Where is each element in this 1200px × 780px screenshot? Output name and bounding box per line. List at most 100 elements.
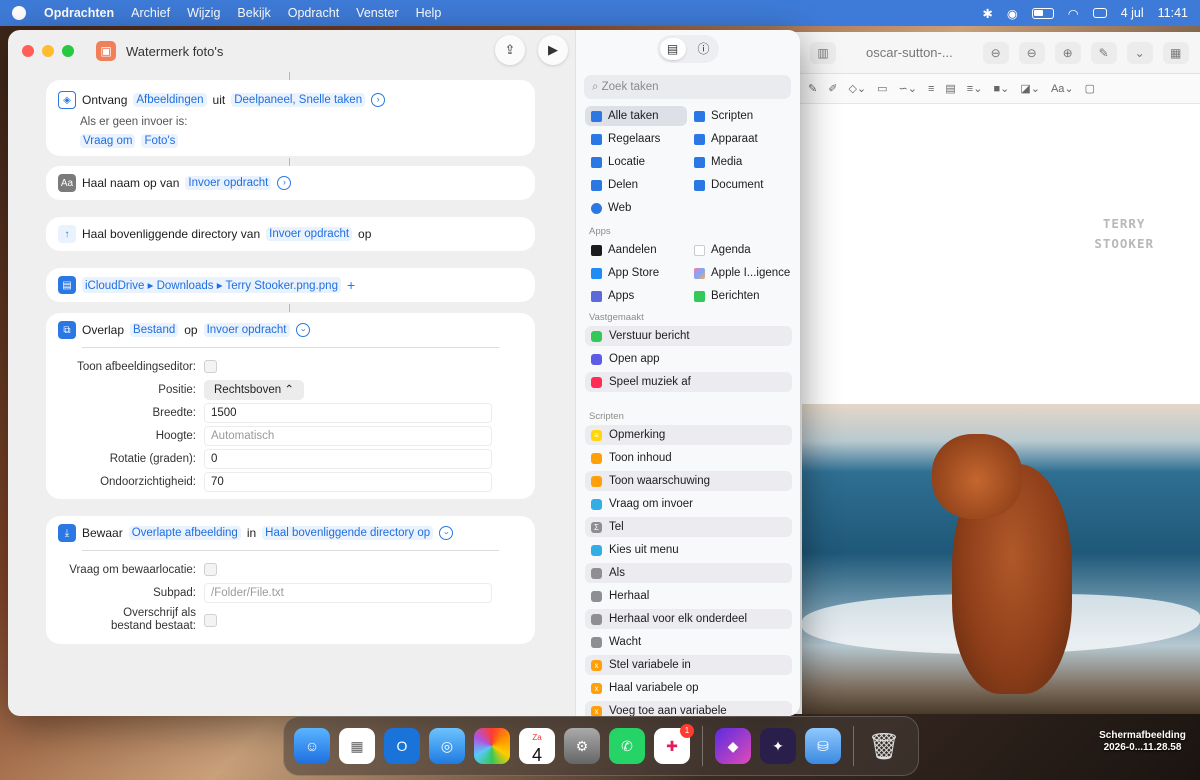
sidebar-toggle-icon[interactable]: ▥ [810,41,836,64]
desktop-screenshot-file[interactable]: Schermafbeelding 2026-0...11.28.58 [1090,730,1195,754]
action-parent-directory[interactable]: ↑ Haal bovenliggende directory van Invoe… [46,217,535,251]
shortcuts-app-icon[interactable]: ◆ [715,728,751,764]
app-appstore[interactable]: App Store [591,263,659,283]
control-center-icon[interactable] [1092,8,1107,18]
whatsapp-icon[interactable]: ✆ [609,728,645,764]
receive-type-token[interactable]: Afbeeldingen [133,93,207,107]
overlay-item-token[interactable]: Bestand [130,323,179,337]
lines-icon[interactable]: ≡ [928,83,934,95]
add-icon[interactable]: + [347,277,355,293]
overwrite-checkbox[interactable] [204,613,217,627]
trash-icon[interactable]: 🗑 [866,728,902,764]
expand-chevron-icon[interactable]: › [371,93,386,107]
photos-icon[interactable] [474,728,510,764]
apple-menu-icon[interactable] [12,6,26,20]
sketch-icon[interactable]: ✐ [828,82,837,95]
width-field[interactable]: 1500 [204,402,492,423]
app-calendar[interactable]: Agenda [694,240,751,260]
script-repeat[interactable]: Herhaal [585,586,792,606]
action-get-name[interactable]: Aa Haal naam op van Invoer opdracht › [46,166,535,200]
receive-source-token[interactable]: Deelpaneel, Snelle taken [231,93,366,107]
menu-help[interactable]: Help [416,6,442,20]
script-show-alert[interactable]: Toon waarschuwing [585,471,792,491]
menu-opdracht[interactable]: Opdracht [288,6,339,20]
collapse-chevron-icon[interactable]: › [295,323,310,337]
info-tab-icon[interactable]: ⓘ [691,38,717,60]
category-web[interactable]: Web [591,198,631,218]
run-button[interactable]: ▶ [538,35,568,65]
script-repeat-each[interactable]: Herhaal voor elk onderdeel [585,609,792,629]
action-file[interactable]: ▤ iCloudDrive ▸ Downloads ▸ Terry Stooke… [46,268,535,302]
category-controls[interactable]: Regelaars [591,129,660,149]
script-choose-menu[interactable]: Kies uit menu [585,540,792,560]
zoom-button[interactable] [62,45,74,57]
outlook-icon[interactable]: O [384,728,420,764]
show-editor-checkbox[interactable] [204,360,217,373]
markup-icon[interactable]: ✎ [1090,41,1117,64]
safari-icon[interactable]: ◎ [429,728,465,764]
overlay-target-token[interactable]: Invoer opdracht [203,323,290,337]
shapes-icon[interactable]: ◇⌄ [848,82,866,95]
category-all[interactable]: Alle taken [585,106,687,126]
menu-wijzig[interactable]: Wijzig [187,6,220,20]
script-comment[interactable]: ≡ Opmerking [585,425,792,445]
script-wait[interactable]: Wacht [585,632,792,652]
app-apps[interactable]: Apps [591,286,634,306]
finder-icon[interactable]: ☺ [294,728,330,764]
category-document[interactable]: Document [694,175,763,195]
menu-date[interactable]: 4 jul [1121,6,1144,20]
script-set-variable[interactable]: x Stel variabele in [585,655,792,675]
menu-time[interactable]: 11:41 [1158,6,1188,20]
action-overlay[interactable]: ⧉ Overlap Bestand op Invoer opdracht › T… [46,313,535,499]
comment-icon[interactable]: ▢ [1085,82,1095,95]
zoom-in-icon[interactable]: ⊕ [1054,41,1081,64]
expand-chevron-icon[interactable]: › [277,176,292,190]
note-icon[interactable]: ▤ [945,82,955,95]
category-media[interactable]: Media [694,152,742,172]
action-receive[interactable]: ◈ Ontvang Afbeeldingen uit Deelpaneel, S… [46,80,535,156]
get-name-input-token[interactable]: Invoer opdracht [185,176,272,190]
save-target-token[interactable]: Haal bovenliggende directory op [262,526,434,540]
text-style-icon[interactable]: Aa⌄ [1051,82,1074,95]
app-apple-intelligence[interactable]: Apple I...igence [694,263,790,283]
share-button[interactable]: ⇪ [495,35,525,65]
script-show-content[interactable]: Toon inhoud [585,448,792,468]
slack-icon[interactable]: ✚ 1 [654,724,694,764]
position-popup[interactable]: Rechtsboven ⌃ [204,379,304,400]
border-style-icon[interactable]: ≡⌄ [967,82,983,95]
category-device[interactable]: Apparaat [694,129,758,149]
butterfly-app-icon[interactable]: ✦ [760,728,796,764]
parent-dir-input-token[interactable]: Invoer opdracht [266,227,353,241]
collapse-chevron-icon[interactable]: › [439,526,454,540]
airdrop-icon[interactable]: ◉ [1007,6,1018,21]
minimize-button[interactable] [42,45,54,57]
wifi-icon[interactable]: ◠ [1068,6,1079,21]
battery-icon[interactable] [1031,7,1054,19]
system-settings-icon[interactable]: ⚙ [564,728,600,764]
rotation-field[interactable]: 0 [204,448,492,469]
adjust-icon[interactable]: ▦ [1162,41,1189,64]
script-get-variable[interactable]: x Haal variabele op [585,678,792,698]
app-messages[interactable]: Berichten [694,286,760,306]
bluetooth-icon[interactable]: ✱ [982,6,992,21]
subpath-field[interactable]: /Folder/File.txt [204,582,492,603]
sign-icon[interactable]: ∽⌄ [899,82,917,95]
script-count[interactable]: Σ Tel [585,517,792,537]
ask-token[interactable]: Vraag om [80,134,136,148]
menu-archief[interactable]: Archief [131,6,170,20]
launchpad-icon[interactable]: ▦ [339,728,375,764]
category-scripting[interactable]: Scripten [694,106,753,126]
storage-app-icon[interactable]: ⛁ [805,728,841,764]
script-append-variable[interactable]: x Voeg toe aan variabele [585,701,792,716]
opacity-field[interactable]: 70 [204,471,492,492]
menu-bekijk[interactable]: Bekijk [237,6,270,20]
border-color-icon[interactable]: ■⌄ [993,82,1009,95]
file-path-token[interactable]: iCloudDrive ▸ Downloads ▸ Terry Stooker.… [82,277,341,293]
category-location[interactable]: Locatie [591,152,645,172]
pinned-open-app[interactable]: Open app [585,349,792,369]
script-if[interactable]: Als [585,563,792,583]
zoom-fit-icon[interactable]: ⊖ [982,41,1009,64]
category-share[interactable]: Delen [591,175,638,195]
ask-location-checkbox[interactable] [204,563,217,576]
textbox-icon[interactable]: ▭ [877,82,887,95]
